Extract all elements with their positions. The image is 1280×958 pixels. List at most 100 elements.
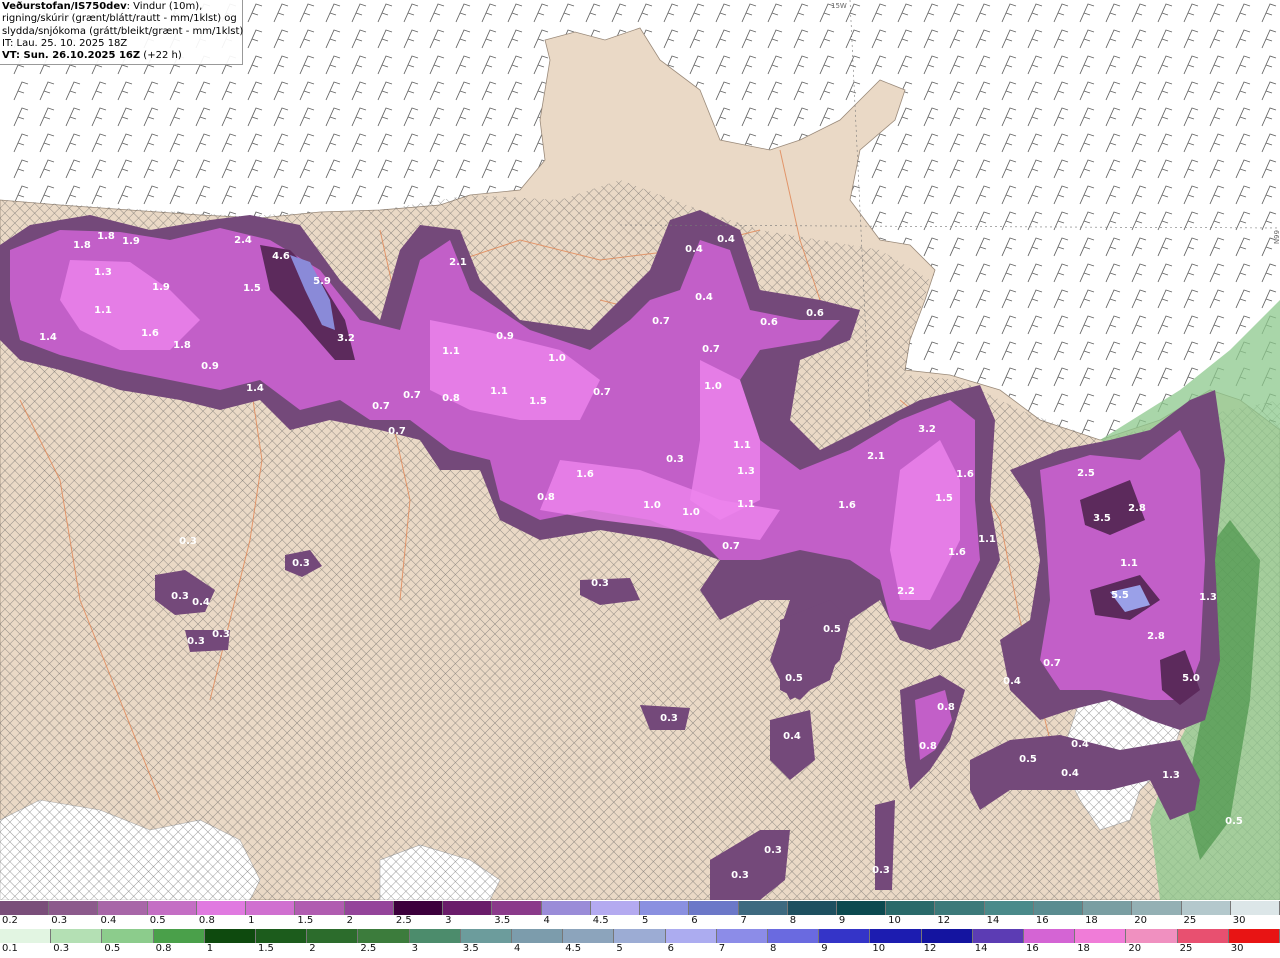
precip-value: 1.1 [978,534,996,545]
legend-swatch [0,901,50,915]
precip-value: 0.7 [702,344,720,355]
precip-value: 1.0 [682,507,700,518]
precip-value: 2.2 [897,586,915,597]
legend-tick: 0.8 [155,943,172,954]
precip-value: 1.9 [122,236,140,247]
precip-value: 1.1 [733,440,751,451]
legend-swatch [98,901,148,915]
precip-value: 0.7 [372,401,390,412]
legend-tick: 10 [888,915,901,926]
legend-swatch [972,929,1025,943]
precip-value: 2.8 [1128,503,1146,514]
precip-value: 0.4 [1003,676,1021,687]
precip-value: 2.4 [234,235,252,246]
legend-swatch [984,901,1034,915]
legend-tick: 5 [616,943,623,954]
precip-value: 0.7 [388,426,406,437]
precip-value: 0.7 [722,541,740,552]
legend-swatch [246,901,296,915]
precip-value: 0.4 [1071,739,1089,750]
legend-tick: 4.5 [592,915,609,926]
legend-tick: 25 [1183,915,1197,926]
legend-swatch [819,929,871,943]
precip-value: 1.1 [737,499,755,510]
legend-swatch [1228,929,1280,943]
precip-value: 0.4 [685,244,703,255]
legend-swatch [787,901,837,915]
init-time: IT: Lau. 25. 10. 2025 18Z [2,37,128,49]
precip-value: 0.7 [403,390,421,401]
precip-value: 5.5 [1111,590,1129,601]
legend-tick: 0.4 [100,915,117,926]
legend-tick: 9 [821,943,828,954]
legend-swatch [344,901,394,915]
legend-swatch [307,929,359,943]
legend-swatch [492,901,542,915]
precip-value: 0.9 [496,331,514,342]
precip-value: 0.4 [695,292,713,303]
legend-swatch [836,901,887,915]
rain-legend-ticks: 0.1 0.3 0.5 0.8 1 1.5 2 2.5 3 3.5 4 4.5 5 6 7 8 9 10 12 14 1… [0,943,1280,955]
precip-value: 4.6 [272,251,290,262]
precip-value: 3.2 [918,424,936,435]
legend-swatch [1132,901,1182,915]
snow-legend-ticks: 0.2 0.3 0.4 0.5 0.8 1 1.5 2 2.5 3 3.5 4 4.5 5 6 7 8 9 10 12… [0,915,1280,927]
precip-value: 0.3 [171,591,189,602]
legend-swatch [460,929,513,943]
legend-tick: 12 [923,943,937,954]
legend-swatch [541,901,591,915]
legend-swatch [716,929,769,943]
precip-value: 0.6 [806,308,824,319]
legend-swatch [51,929,103,943]
legend-tick: 12 [937,915,951,926]
header-line1: : Vindur (10m), [126,1,203,12]
legend-tick: 2 [309,943,316,954]
legend-swatch [153,929,205,943]
precip-value: 0.3 [212,629,230,640]
legend-swatch [1033,901,1084,915]
legend-tick: 16 [1035,915,1049,926]
legend-swatch [147,901,197,915]
header-line3: slydda/snjókoma (grátt/bleikt/grænt - mm… [2,25,244,37]
precip-value: 1.5 [935,493,953,504]
legend-swatch [256,929,308,943]
precip-value: 1.1 [490,386,508,397]
legend-tick: 0.2 [2,915,18,926]
legend-tick: 18 [1085,915,1098,926]
precip-value: 0.3 [292,558,310,569]
legend-tick: 3 [445,915,452,926]
precip-value: 0.3 [179,536,197,547]
legend-tick: 4 [543,915,550,926]
legend-tick: 0.3 [53,943,70,954]
legend-tick: 1 [248,915,255,926]
precip-value: 1.6 [956,469,974,480]
precip-value: 0.3 [591,578,609,589]
legend-tick: 10 [872,943,886,954]
precip-value: 5.9 [313,276,331,287]
legend-swatch [393,901,444,915]
precip-value: 2.8 [1147,631,1165,642]
legend-tick: 7 [740,915,747,926]
legend-swatch [1075,929,1127,943]
precip-value: 0.5 [823,624,841,635]
legend-swatch [640,901,690,915]
precip-value: 0.3 [731,870,749,881]
legend-swatch [738,901,788,915]
legend-tick: 4.5 [565,943,582,954]
legend-swatch [409,929,461,943]
precip-value: 1.6 [948,547,966,558]
legend-swatch [1083,901,1133,915]
precip-value: 1.6 [576,469,594,480]
precip-value: 1.3 [737,466,755,477]
legend-swatch [921,929,973,943]
org-title: Veðurstofan/IS750dev [2,1,127,12]
legend-swatch [1181,901,1231,915]
precip-value: 1.6 [141,328,159,339]
forecast-map[interactable]: 1.8 1.8 1.9 2.4 4.6 1.3 1.9 1.5 5.9 2.1 1.1 1.6 1.4 1… [0,0,1280,900]
legend-tick: 9 [838,915,846,926]
precip-value: 2.1 [449,257,467,268]
precip-value: 0.3 [764,845,782,856]
precip-value: 0.3 [187,636,205,647]
legend-swatch [665,929,717,943]
legend-tick: 4 [514,943,521,954]
